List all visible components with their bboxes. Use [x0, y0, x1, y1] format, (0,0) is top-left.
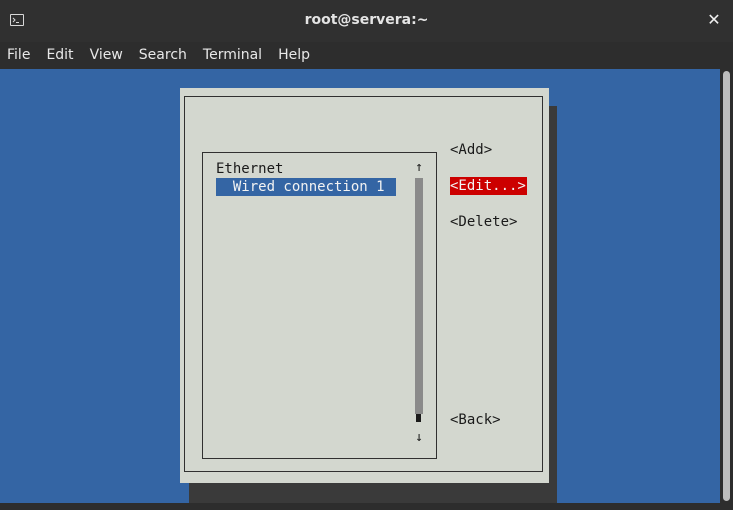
scroll-down-arrow-icon[interactable]: ↓ — [414, 429, 424, 447]
bottom-border — [0, 503, 733, 510]
close-icon[interactable]: ✕ — [707, 11, 721, 29]
title-bar: root@servera:~ ✕ — [0, 0, 733, 42]
edit-button[interactable]: <Edit...> — [450, 177, 527, 195]
list-item-wired-connection-1[interactable]: Wired connection 1 — [216, 178, 396, 196]
terminal-window: root@servera:~ ✕ File Edit View Search T… — [0, 0, 733, 510]
menu-search[interactable]: Search — [131, 42, 195, 69]
connection-list[interactable]: Ethernet Wired connection 1 ↑ ↓ — [202, 152, 437, 459]
menu-file[interactable]: File — [0, 42, 38, 69]
window-title: root@servera:~ — [304, 12, 429, 28]
list-group-header: Ethernet — [216, 161, 284, 177]
terminal-scrollbar[interactable] — [720, 69, 733, 503]
nmtui-dialog: Ethernet Wired connection 1 ↑ ↓ <Add> <E… — [180, 88, 549, 483]
list-scrollbar-track[interactable] — [415, 178, 423, 414]
add-button[interactable]: <Add> — [450, 141, 492, 159]
delete-button[interactable]: <Delete> — [450, 213, 517, 231]
menu-help[interactable]: Help — [270, 42, 318, 69]
terminal-area[interactable]: Ethernet Wired connection 1 ↑ ↓ <Add> <E… — [0, 69, 720, 503]
scroll-up-arrow-icon[interactable]: ↑ — [414, 159, 424, 177]
back-button[interactable]: <Back> — [450, 411, 501, 429]
menu-bar: File Edit View Search Terminal Help — [0, 42, 733, 69]
list-scrollbar-thumb[interactable] — [416, 414, 421, 422]
menu-view[interactable]: View — [82, 42, 131, 69]
menu-terminal[interactable]: Terminal — [195, 42, 270, 69]
terminal-scrollbar-thumb[interactable] — [723, 71, 730, 501]
menu-edit[interactable]: Edit — [38, 42, 81, 69]
